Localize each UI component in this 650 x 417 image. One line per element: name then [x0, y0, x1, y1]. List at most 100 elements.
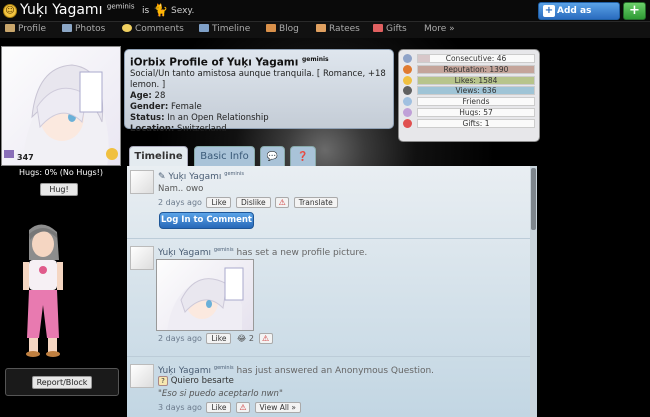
profile-card-icon — [5, 24, 15, 32]
info-age: Age: 28 — [130, 90, 166, 101]
eye-icon — [403, 86, 412, 96]
stat-views: Views: 636 — [403, 85, 535, 96]
stat-likes: Likes: 1584 — [403, 75, 535, 86]
timeline-icon — [199, 24, 209, 32]
points-icon — [4, 150, 14, 158]
gift-icon — [403, 118, 412, 128]
login-to-comment-button[interactable]: Log In to Comment — [159, 212, 254, 229]
smiley-icon — [403, 75, 412, 85]
points-count: 347 — [17, 153, 34, 162]
post-divider — [127, 238, 537, 239]
pencil-icon: ✎ — [158, 172, 169, 182]
calendar-icon — [403, 54, 412, 63]
scrollbar-thumb[interactable] — [531, 168, 536, 230]
gift-icon — [373, 24, 383, 32]
thumbs-up-icon — [316, 24, 326, 32]
translate-button[interactable]: Translate — [293, 197, 338, 208]
tab-chat[interactable]: 💬 — [260, 146, 285, 168]
post-author[interactable]: ✎ Yuķı Yagamı geminis — [158, 171, 244, 182]
question-icon: ❓ — [297, 152, 309, 162]
new-profile-picture[interactable] — [156, 259, 254, 331]
profile-info-box: iOrbix Profile of Yuķı Yagamı geminis So… — [124, 49, 394, 134]
profile-title: iOrbix Profile of Yuķı Yagamı geminis — [130, 56, 329, 69]
author-link[interactable]: Yuķı Yagamı — [158, 248, 211, 258]
nav-gifts[interactable]: Gifts — [373, 24, 407, 34]
post-avatar[interactable] — [130, 364, 154, 388]
username-tag: geminis — [106, 2, 135, 11]
stat-friends[interactable]: Friends — [403, 96, 535, 107]
nav-profile[interactable]: Profile — [5, 24, 46, 34]
dressup-doll-image — [23, 224, 63, 357]
view-all-button[interactable]: View All » — [254, 402, 301, 413]
post-time[interactable]: 2 days ago — [158, 198, 202, 207]
stat-reputation: Reputation: 1390 — [403, 64, 535, 75]
nav-more[interactable]: More » — [424, 24, 455, 34]
tab-basic-info[interactable]: Basic Info — [194, 146, 255, 168]
tab-timeline[interactable]: Timeline — [129, 146, 188, 168]
profile-nav: Profile Photos Comments Timeline Blog Ra… — [0, 22, 650, 38]
nav-photos[interactable]: Photos — [62, 24, 105, 34]
profile-avatar[interactable]: 347 — [1, 46, 121, 166]
top-bar: ☺ Yuķı Yagamı geminis is 🐈 Sexy. + Add as… — [0, 0, 650, 32]
report-block-button[interactable]: Report/Block — [32, 376, 92, 389]
hug-count: Hugs: 0% (No Hugs!) — [18, 168, 103, 177]
question-line: ? Quiero besarte — [158, 376, 234, 386]
laugh-emoji-icon[interactable]: 😂 — [237, 334, 246, 343]
answer-text: "Eso si puedo aceptarlo nwn" — [158, 389, 283, 399]
speech-bubble-icon — [122, 24, 132, 32]
like-button[interactable]: Like — [206, 333, 232, 344]
nav-blog[interactable]: Blog — [266, 24, 299, 34]
report-warning-icon[interactable]: ⚠ — [235, 402, 250, 413]
user-plus-icon: + — [543, 5, 555, 17]
nav-comments[interactable]: Comments — [122, 24, 184, 34]
stats-panel: Consecutive: 46 Reputation: 1390 Likes: … — [398, 49, 540, 142]
info-location: Location: Switzerland — [130, 123, 227, 134]
add-friend-button[interactable]: +Add as Friend — [538, 2, 620, 32]
nav-timeline[interactable]: Timeline — [199, 24, 250, 34]
report-block-panel: Report/Block — [5, 368, 119, 396]
question-mark-icon: ? — [158, 376, 168, 386]
post-author: Yuķı Yagamı geminis has set a new profil… — [158, 247, 368, 258]
stat-gifts[interactable]: Gifts: 1 — [403, 118, 535, 129]
mood-text: Sexy. — [171, 6, 195, 16]
post-avatar[interactable] — [130, 170, 154, 194]
report-warning-icon[interactable]: ⚠ — [275, 197, 290, 208]
reaction-count: 2 — [248, 334, 254, 343]
like-button[interactable]: Like — [206, 402, 232, 413]
post-time[interactable]: 2 days ago — [158, 334, 202, 343]
photo-icon — [62, 24, 72, 32]
pen-icon — [266, 24, 276, 32]
more-actions-button[interactable]: + — [623, 2, 646, 20]
stat-consecutive: Consecutive: 46 — [403, 53, 535, 64]
cat-mood-icon: 🐈 — [153, 3, 168, 17]
nav-ratees[interactable]: Ratees — [316, 24, 360, 34]
mood-smiley-icon: ☺ — [3, 4, 17, 18]
post-meta: 3 days ago Like ⚠ View All » — [158, 402, 301, 413]
reputation-icon — [403, 64, 412, 74]
report-warning-icon[interactable]: ⚠ — [258, 333, 273, 344]
like-button[interactable]: Like — [206, 197, 232, 208]
post-time[interactable]: 3 days ago — [158, 403, 202, 412]
tab-questions[interactable]: ❓ — [290, 146, 316, 168]
post-meta: 2 days ago Like 😂 2 ⚠ — [158, 333, 273, 344]
hug-button[interactable]: Hug! — [40, 183, 78, 196]
avatar-doll[interactable] — [15, 220, 70, 360]
dislike-button[interactable]: Dislike — [235, 197, 271, 208]
timeline-feed: ✎ Yuķı Yagamı geminis Nam.. owo 2 days a… — [127, 166, 537, 417]
post-avatar[interactable] — [130, 246, 154, 270]
profile-tagline: Social/Un tanto amistosa aunque tranquil… — [130, 68, 386, 90]
anime-girl-avatar — [4, 64, 118, 165]
stat-hugs: Hugs: 57 — [403, 107, 535, 118]
hug-icon — [403, 107, 412, 117]
is-text: is — [142, 6, 150, 16]
author-link[interactable]: Yuķı Yagamı — [158, 366, 211, 376]
post-text: Nam.. owo — [158, 184, 204, 194]
post-author: Yuķı Yagamı geminis has just answered an… — [158, 365, 435, 376]
profile-username: Yuķı Yagamı geminis — [20, 2, 135, 18]
info-gender: Gender: Female — [130, 101, 202, 112]
friends-icon — [403, 97, 412, 107]
post-divider — [127, 356, 537, 357]
profile-picture-image — [167, 267, 244, 330]
chat-bubble-icon: 💬 — [266, 152, 279, 162]
question-text: Quiero besarte — [170, 376, 234, 386]
